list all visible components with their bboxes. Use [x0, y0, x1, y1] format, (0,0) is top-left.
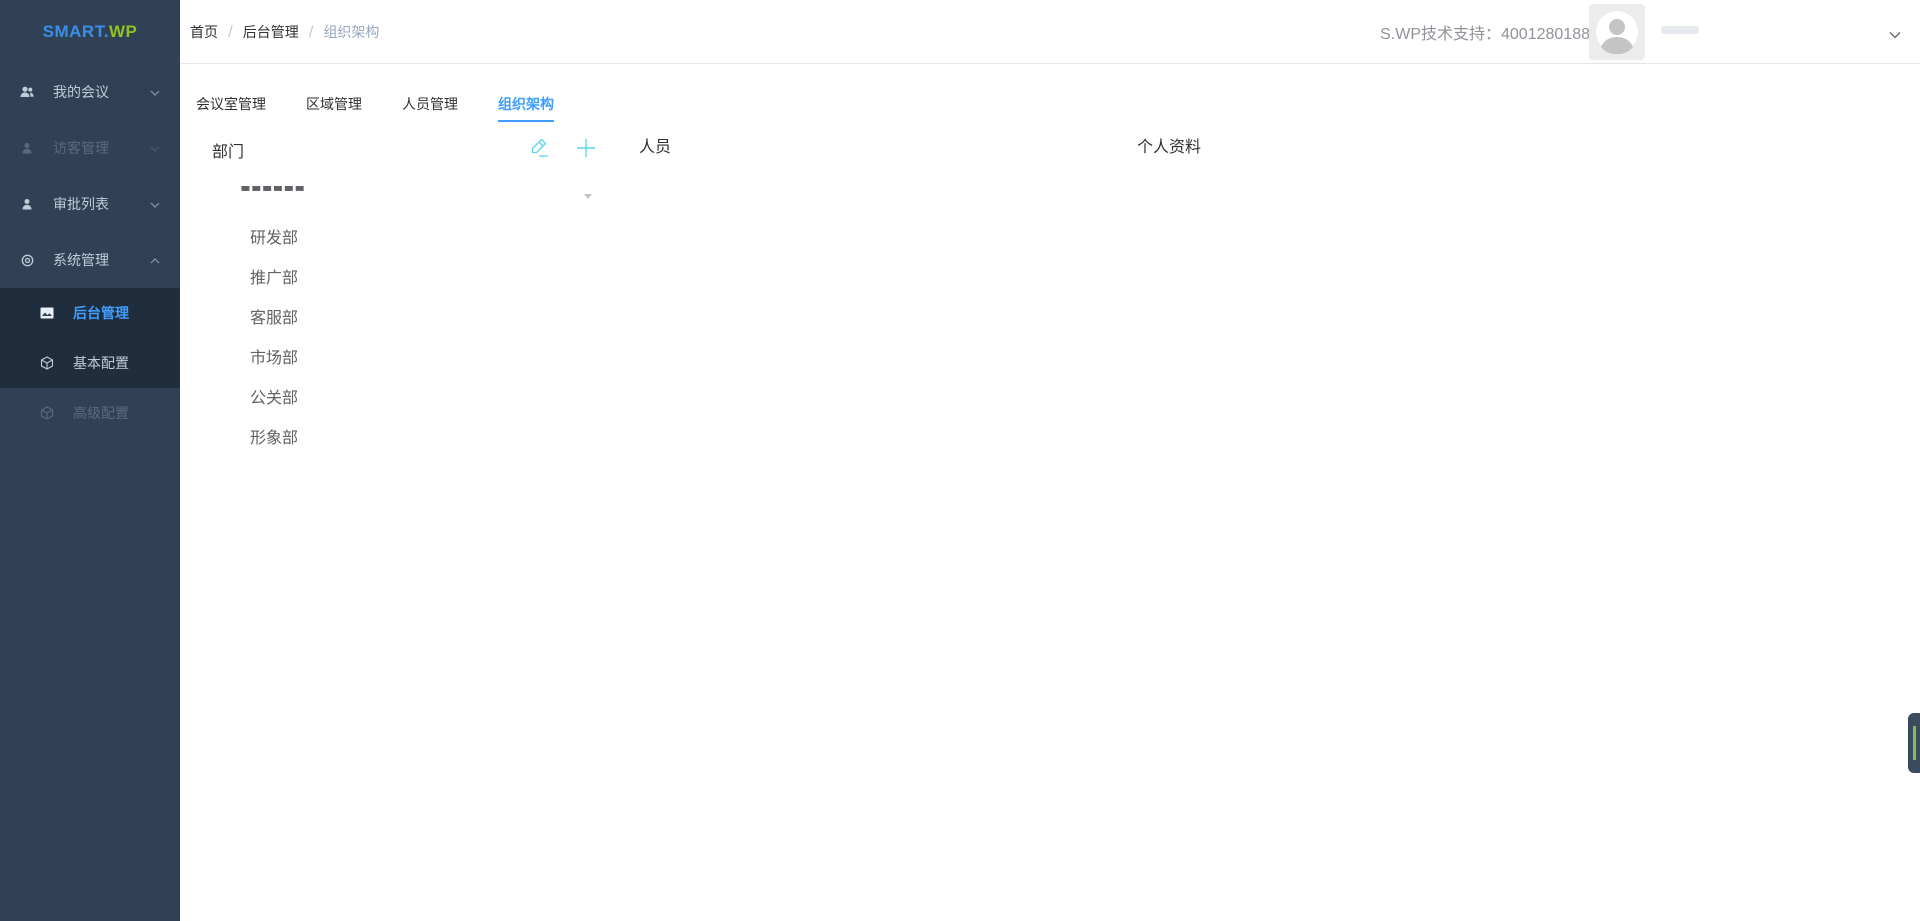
sidebar-item-label: 我的会议 — [53, 85, 109, 101]
breadcrumb-home[interactable]: 首页 — [190, 22, 218, 42]
tab-area-management[interactable]: 区域管理 — [306, 86, 362, 122]
chevron-down-icon — [150, 140, 160, 156]
user-icon — [20, 141, 34, 155]
sidebar-item-label: 访客管理 — [53, 141, 109, 157]
breadcrumb-separator: / — [228, 23, 233, 40]
avatar[interactable] — [1589, 4, 1645, 60]
logo-text-part1: SMART. — [42, 22, 109, 41]
breadcrumb-backend-management[interactable]: 后台管理 — [243, 22, 299, 42]
department-tree-clipped-node: ▪▪▪▪▪▪ — [240, 186, 350, 200]
sidebar-item-my-meetings[interactable]: 我的会议 — [0, 64, 180, 120]
user-icon — [20, 197, 34, 211]
sidebar-item-visitor-management[interactable]: 访客管理 — [0, 120, 180, 176]
username-blurred[interactable] — [1659, 22, 1703, 41]
floating-side-widget[interactable] — [1908, 713, 1920, 773]
department-item[interactable]: 公关部 — [250, 376, 298, 416]
cube-icon — [40, 356, 54, 370]
app-logo[interactable]: SMART. WP — [0, 0, 180, 64]
tab-org-structure[interactable]: 组织架构 — [498, 86, 554, 122]
edit-department-button[interactable] — [528, 136, 552, 160]
department-item[interactable]: 研发部 — [250, 216, 298, 256]
sidebar-subitem-basic-config[interactable]: 基本配置 — [0, 338, 180, 388]
sidebar-subitem-advanced-config[interactable]: 高级配置 — [0, 388, 180, 438]
chevron-down-icon[interactable] — [1889, 24, 1901, 43]
logo-text-part2: WP — [108, 22, 138, 41]
add-department-button[interactable] — [574, 136, 598, 160]
support-hotline: S.WP技术支持：4001280188 — [1380, 26, 1590, 43]
sidebar-item-label: 系统管理 — [53, 253, 109, 269]
users-icon — [20, 85, 34, 99]
chevron-down-icon — [150, 196, 160, 212]
settings-icon — [20, 253, 34, 267]
tab-staff-management[interactable]: 人员管理 — [402, 86, 458, 122]
tab-meeting-room-management[interactable]: 会议室管理 — [196, 86, 266, 122]
chevron-down-icon — [150, 84, 160, 100]
breadcrumb-current: 组织架构 — [323, 24, 380, 41]
department-item[interactable]: 形象部 — [250, 416, 298, 456]
user-avatar-icon — [1596, 11, 1638, 54]
sidebar-subitem-label: 高级配置 — [73, 406, 129, 422]
image-icon — [40, 306, 54, 320]
breadcrumb-separator: / — [308, 23, 314, 40]
department-item[interactable]: 客服部 — [250, 296, 298, 336]
department-panel-title: 部门 — [212, 142, 245, 161]
caret-down-icon[interactable] — [584, 194, 592, 199]
system-management-submenu: 后台管理 基本配置 高级配置 — [0, 288, 180, 438]
people-panel-title: 人员 — [639, 137, 672, 156]
tabs: 会议室管理 区域管理 人员管理 组织架构 — [196, 86, 594, 122]
chevron-up-icon — [150, 252, 160, 268]
edit-icon — [531, 138, 548, 157]
department-list: 研发部 推广部 客服部 市场部 公关部 形象部 — [250, 216, 298, 456]
cube-icon — [40, 406, 54, 420]
profile-panel-title: 个人资料 — [1137, 137, 1202, 156]
sidebar-item-label: 审批列表 — [53, 197, 109, 213]
plus-icon — [577, 139, 595, 157]
department-item[interactable]: 市场部 — [250, 336, 298, 376]
department-item[interactable]: 推广部 — [250, 256, 298, 296]
sidebar-subitem-label: 基本配置 — [73, 356, 129, 372]
breadcrumb: 首页 / 后台管理 / 组织架构 — [190, 22, 379, 42]
sidebar-item-approval-list[interactable]: 审批列表 — [0, 176, 180, 232]
sidebar: SMART. WP 我的会议 访客管理 审批列表 系统管理 后台管理 基本配置 … — [0, 0, 180, 921]
sidebar-subitem-backend-management[interactable]: 后台管理 — [0, 288, 180, 338]
sidebar-subitem-label: 后台管理 — [73, 306, 129, 322]
sidebar-item-system-management[interactable]: 系统管理 — [0, 232, 180, 288]
